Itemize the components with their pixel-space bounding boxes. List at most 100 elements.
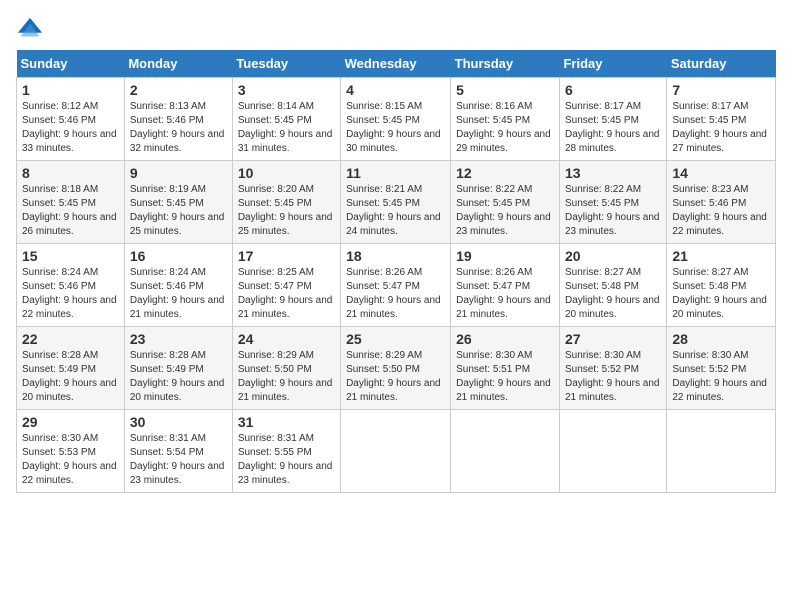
day-number: 25 [346,331,445,347]
calendar-cell: 26 Sunrise: 8:30 AMSunset: 5:51 PMDayligh… [451,327,560,410]
calendar-cell: 3 Sunrise: 8:14 AMSunset: 5:45 PMDaylight… [232,78,340,161]
calendar-cell: 16Sunrise: 8:24 AMSunset: 5:46 PMDayligh… [124,244,232,327]
calendar-cell: 24 Sunrise: 8:29 AMSunset: 5:50 PMDayligh… [232,327,340,410]
calendar-cell: 18 Sunrise: 8:26 AMSunset: 5:47 PMDayligh… [341,244,451,327]
calendar-table: SundayMondayTuesdayWednesdayThursdayFrid… [16,50,776,493]
day-info: Sunrise: 8:20 AMSunset: 5:45 PMDaylight:… [238,183,335,239]
day-info: Sunrise: 8:27 AMSunset: 5:48 PMDaylight:… [565,266,661,322]
calendar-cell: 17 Sunrise: 8:25 AMSunset: 5:47 PMDayligh… [232,244,340,327]
day-number: 20 [565,248,661,264]
day-info: Sunrise: 8:16 AMSunset: 5:45 PMDaylight:… [456,100,554,156]
calendar-cell [451,410,560,493]
day-number: 8 [22,165,119,181]
day-number: 12 [456,165,554,181]
day-info: Sunrise: 8:13 AMSunset: 5:46 PMDaylight:… [130,100,227,156]
header-saturday: Saturday [667,50,776,78]
day-number: 28 [672,331,770,347]
day-info: Sunrise: 8:23 AMSunset: 5:46 PMDaylight:… [672,183,770,239]
calendar-cell: 12Sunrise: 8:22 AMSunset: 5:45 PMDayligh… [451,161,560,244]
day-info: Sunrise: 8:19 AMSunset: 5:45 PMDaylight:… [130,183,227,239]
day-info: Sunrise: 8:28 AMSunset: 5:49 PMDaylight:… [130,349,227,405]
day-number: 9 [130,165,227,181]
calendar-cell: 7 Sunrise: 8:17 AMSunset: 5:45 PMDaylight… [667,78,776,161]
calendar-header: SundayMondayTuesdayWednesdayThursdayFrid… [17,50,776,78]
calendar-cell: 10Sunrise: 8:20 AMSunset: 5:45 PMDayligh… [232,161,340,244]
calendar-cell: 8 Sunrise: 8:18 AMSunset: 5:45 PMDaylight… [17,161,125,244]
day-number: 4 [346,82,445,98]
day-info: Sunrise: 8:29 AMSunset: 5:50 PMDaylight:… [346,349,445,405]
day-info: Sunrise: 8:17 AMSunset: 5:45 PMDaylight:… [565,100,661,156]
header-wednesday: Wednesday [341,50,451,78]
week-row-4: 29Sunrise: 8:30 AMSunset: 5:53 PMDayligh… [17,410,776,493]
day-info: Sunrise: 8:31 AMSunset: 5:55 PMDaylight:… [238,432,335,488]
day-number: 5 [456,82,554,98]
calendar-cell: 4Sunrise: 8:15 AMSunset: 5:45 PMDaylight… [341,78,451,161]
day-info: Sunrise: 8:25 AMSunset: 5:47 PMDaylight:… [238,266,335,322]
day-number: 17 [238,248,335,264]
day-number: 11 [346,165,445,181]
day-number: 2 [130,82,227,98]
calendar-cell [559,410,666,493]
header-sunday: Sunday [17,50,125,78]
day-number: 15 [22,248,119,264]
day-number: 22 [22,331,119,347]
calendar-cell: 23 Sunrise: 8:28 AMSunset: 5:49 PMDayligh… [124,327,232,410]
day-info: Sunrise: 8:30 AMSunset: 5:53 PMDaylight:… [22,432,119,488]
calendar-cell: 22 Sunrise: 8:28 AMSunset: 5:49 PMDayligh… [17,327,125,410]
day-number: 13 [565,165,661,181]
day-number: 31 [238,414,335,430]
calendar-body: 1 Sunrise: 8:12 AMSunset: 5:46 PMDaylight… [17,78,776,493]
day-info: Sunrise: 8:28 AMSunset: 5:49 PMDaylight:… [22,349,119,405]
header-tuesday: Tuesday [232,50,340,78]
day-info: Sunrise: 8:29 AMSunset: 5:50 PMDaylight:… [238,349,335,405]
header-monday: Monday [124,50,232,78]
calendar-cell: 28 Sunrise: 8:30 AMSunset: 5:52 PMDayligh… [667,327,776,410]
calendar-cell: 1 Sunrise: 8:12 AMSunset: 5:46 PMDaylight… [17,78,125,161]
calendar-cell: 27 Sunrise: 8:30 AMSunset: 5:52 PMDayligh… [559,327,666,410]
calendar-cell: 29Sunrise: 8:30 AMSunset: 5:53 PMDayligh… [17,410,125,493]
day-number: 30 [130,414,227,430]
calendar-cell [667,410,776,493]
day-number: 24 [238,331,335,347]
day-info: Sunrise: 8:12 AMSunset: 5:46 PMDaylight:… [22,100,119,156]
day-info: Sunrise: 8:30 AMSunset: 5:51 PMDaylight:… [456,349,554,405]
header-thursday: Thursday [451,50,560,78]
day-number: 14 [672,165,770,181]
calendar-cell: 20 Sunrise: 8:27 AMSunset: 5:48 PMDayligh… [559,244,666,327]
day-number: 21 [672,248,770,264]
week-row-1: 8 Sunrise: 8:18 AMSunset: 5:45 PMDaylight… [17,161,776,244]
day-info: Sunrise: 8:27 AMSunset: 5:48 PMDaylight:… [672,266,770,322]
day-info: Sunrise: 8:21 AMSunset: 5:45 PMDaylight:… [346,183,445,239]
day-number: 18 [346,248,445,264]
day-info: Sunrise: 8:30 AMSunset: 5:52 PMDaylight:… [672,349,770,405]
day-info: Sunrise: 8:17 AMSunset: 5:45 PMDaylight:… [672,100,770,156]
day-number: 3 [238,82,335,98]
calendar-cell: 19Sunrise: 8:26 AMSunset: 5:47 PMDayligh… [451,244,560,327]
calendar-cell: 25 Sunrise: 8:29 AMSunset: 5:50 PMDayligh… [341,327,451,410]
calendar-cell: 13 Sunrise: 8:22 AMSunset: 5:45 PMDayligh… [559,161,666,244]
calendar-cell: 9 Sunrise: 8:19 AMSunset: 5:45 PMDaylight… [124,161,232,244]
day-info: Sunrise: 8:18 AMSunset: 5:45 PMDaylight:… [22,183,119,239]
day-number: 26 [456,331,554,347]
header-friday: Friday [559,50,666,78]
day-number: 1 [22,82,119,98]
calendar-cell: 14 Sunrise: 8:23 AMSunset: 5:46 PMDayligh… [667,161,776,244]
day-number: 27 [565,331,661,347]
day-info: Sunrise: 8:24 AMSunset: 5:46 PMDaylight:… [22,266,119,322]
day-info: Sunrise: 8:30 AMSunset: 5:52 PMDaylight:… [565,349,661,405]
day-info: Sunrise: 8:22 AMSunset: 5:45 PMDaylight:… [565,183,661,239]
day-info: Sunrise: 8:14 AMSunset: 5:45 PMDaylight:… [238,100,335,156]
day-number: 7 [672,82,770,98]
calendar-cell [341,410,451,493]
page-header [16,16,776,44]
header-row: SundayMondayTuesdayWednesdayThursdayFrid… [17,50,776,78]
logo [16,16,48,44]
day-info: Sunrise: 8:24 AMSunset: 5:46 PMDaylight:… [130,266,227,322]
logo-icon [16,16,44,44]
day-info: Sunrise: 8:31 AMSunset: 5:54 PMDaylight:… [130,432,227,488]
calendar-cell: 30 Sunrise: 8:31 AMSunset: 5:54 PMDayligh… [124,410,232,493]
day-info: Sunrise: 8:26 AMSunset: 5:47 PMDaylight:… [346,266,445,322]
week-row-2: 15 Sunrise: 8:24 AMSunset: 5:46 PMDayligh… [17,244,776,327]
day-info: Sunrise: 8:26 AMSunset: 5:47 PMDaylight:… [456,266,554,322]
day-number: 23 [130,331,227,347]
